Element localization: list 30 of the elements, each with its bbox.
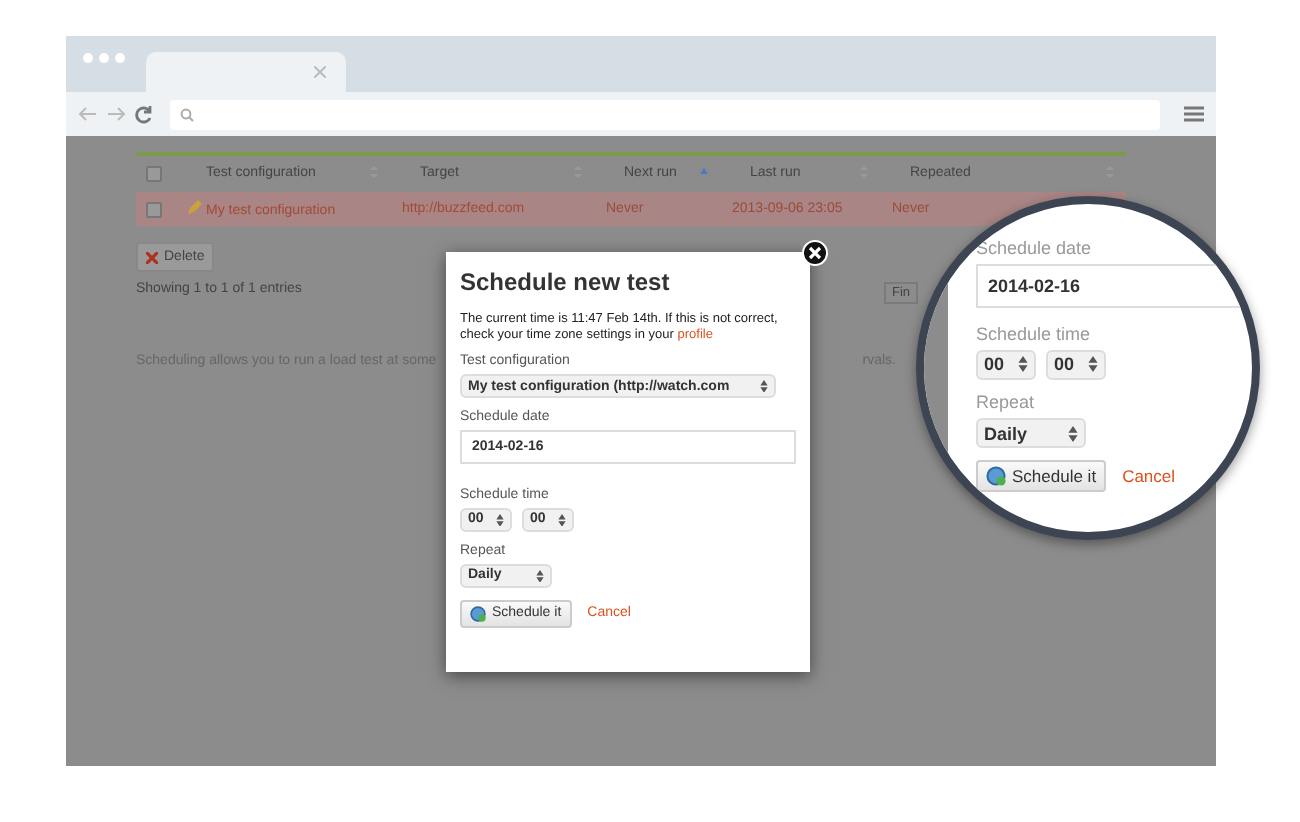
row-checkbox[interactable] <box>146 201 162 217</box>
select-all-checkbox[interactable] <box>146 165 162 181</box>
search-icon <box>180 107 194 121</box>
window-dots-icon <box>82 52 126 64</box>
minute-select[interactable]: 00 <box>1046 349 1106 380</box>
calendar-clock-icon <box>986 466 1006 487</box>
select-arrows-icon <box>558 513 566 527</box>
calendar-clock-icon <box>470 605 486 622</box>
cancel-link[interactable]: Cancel <box>1122 466 1176 487</box>
reload-icon[interactable] <box>134 104 154 124</box>
hour-select[interactable]: 00 <box>976 349 1036 380</box>
select-arrows-icon <box>760 380 768 393</box>
select-arrows-icon <box>496 513 504 527</box>
select-arrows-icon <box>1018 356 1028 373</box>
field-label: Schedule date <box>976 238 1092 258</box>
select-arrows-icon <box>536 569 544 582</box>
back-icon[interactable] <box>78 104 98 124</box>
browser-tab[interactable] <box>146 52 346 92</box>
field-label: Schedule time <box>976 323 1091 344</box>
repeat-select[interactable]: Daily <box>976 417 1086 449</box>
address-bar[interactable] <box>170 99 1160 129</box>
pencil-icon <box>188 200 202 214</box>
field-label: Repeat <box>976 391 1035 412</box>
schedule-button[interactable]: Schedule it <box>976 460 1107 493</box>
menu-icon[interactable] <box>1184 106 1204 122</box>
select-arrows-icon <box>1088 356 1098 373</box>
dialog-title: Schedule new test <box>460 268 672 296</box>
delete-x-icon <box>146 251 158 263</box>
select-arrows-icon <box>1068 425 1078 442</box>
forward-icon[interactable] <box>106 104 126 124</box>
